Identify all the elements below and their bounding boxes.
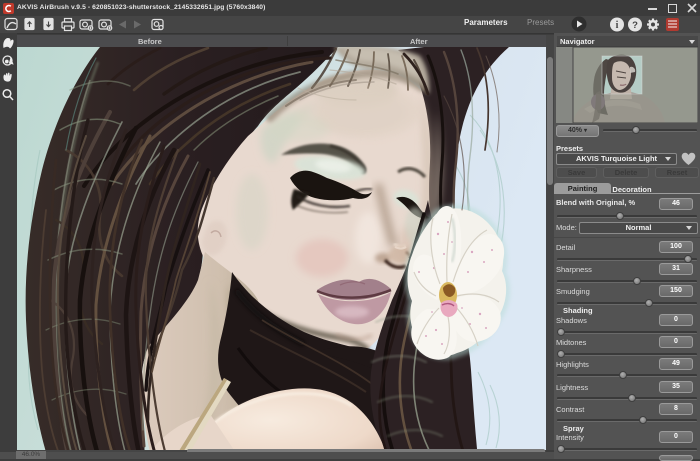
svg-text:?: ? — [632, 20, 638, 31]
svg-text:i: i — [616, 20, 619, 31]
